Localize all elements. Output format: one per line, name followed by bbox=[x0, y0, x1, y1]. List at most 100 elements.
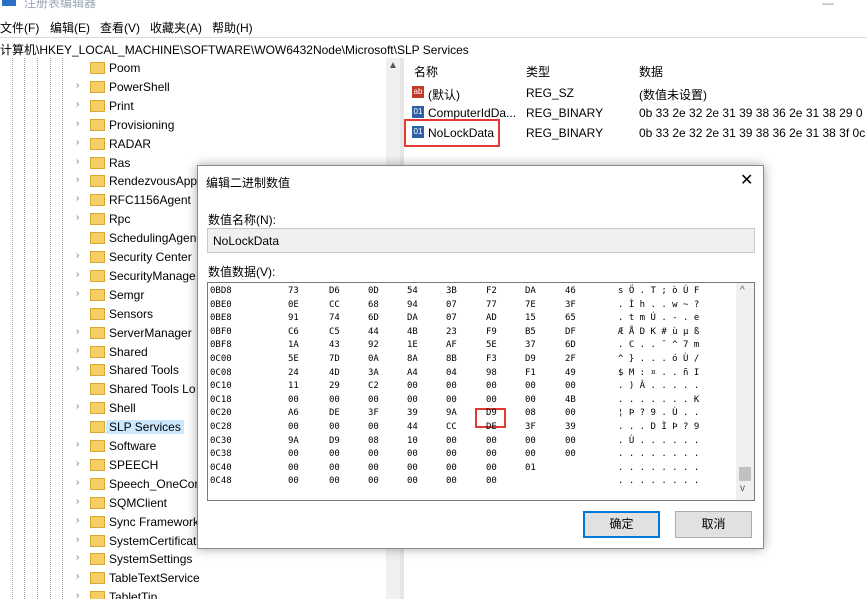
expand-chevron-icon[interactable]: › bbox=[76, 80, 86, 91]
hex-byte[interactable]: 4D bbox=[329, 368, 340, 379]
hex-ascii[interactable]: . ) Â . . . . . bbox=[618, 381, 699, 392]
menu-favorites[interactable]: 收藏夹(A) bbox=[150, 19, 202, 36]
expand-chevron-icon[interactable]: › bbox=[76, 401, 86, 412]
scroll-thumb[interactable] bbox=[739, 467, 751, 481]
hex-ascii[interactable]: s Ö . T ; ò Ú F bbox=[618, 286, 699, 297]
hex-byte[interactable]: 08 bbox=[368, 436, 379, 447]
tree-item[interactable]: Poom bbox=[76, 59, 396, 78]
tree-item[interactable]: › Provisioning bbox=[76, 116, 396, 135]
column-header-data[interactable]: 数据 bbox=[639, 63, 663, 80]
hex-byte[interactable]: 00 bbox=[288, 395, 299, 406]
hex-byte[interactable]: D6 bbox=[329, 286, 340, 297]
expand-chevron-icon[interactable]: › bbox=[76, 552, 86, 563]
expand-chevron-icon[interactable]: › bbox=[76, 212, 86, 223]
hex-byte[interactable]: 0E bbox=[288, 300, 299, 311]
hex-byte[interactable]: 00 bbox=[486, 476, 497, 487]
hex-byte[interactable]: 00 bbox=[565, 449, 576, 460]
hex-ascii[interactable]: . . . . . . . . bbox=[618, 476, 699, 487]
hex-row[interactable]: 0BE0 0E CC 68 94 07 77 7E 3F . Ì h . . w ~ ? bbox=[210, 300, 730, 311]
hex-byte[interactable]: 00 bbox=[329, 449, 340, 460]
hex-byte[interactable]: F2 bbox=[486, 286, 497, 297]
hex-byte[interactable]: A6 bbox=[288, 408, 299, 419]
expand-chevron-icon[interactable]: › bbox=[76, 174, 86, 185]
hex-ascii[interactable]: $ M : ¤ . . ñ I bbox=[618, 368, 699, 379]
hex-scrollbar[interactable]: ^ v bbox=[736, 283, 754, 500]
hex-byte[interactable]: 94 bbox=[407, 300, 418, 311]
expand-chevron-icon[interactable]: › bbox=[76, 193, 86, 204]
hex-byte[interactable]: 00 bbox=[565, 436, 576, 447]
hex-byte[interactable]: 2F bbox=[565, 354, 576, 365]
hex-byte[interactable]: 1A bbox=[288, 340, 299, 351]
hex-byte[interactable]: 91 bbox=[288, 313, 299, 324]
hex-ascii[interactable]: Æ Å D K # ù µ ß bbox=[618, 327, 699, 338]
expand-chevron-icon[interactable]: › bbox=[76, 156, 86, 167]
hex-byte[interactable]: 00 bbox=[407, 381, 418, 392]
expand-chevron-icon[interactable]: › bbox=[76, 288, 86, 299]
hex-row[interactable]: 0C38 00 00 00 00 00 00 00 00 . . . . . . . . bbox=[210, 449, 730, 460]
close-icon[interactable]: ✕ bbox=[740, 170, 753, 190]
tree-item[interactable]: › Print bbox=[76, 97, 396, 116]
value-row[interactable]: ab (默认) REG_SZ (数值未设置) bbox=[404, 82, 867, 102]
hex-byte[interactable]: 24 bbox=[288, 368, 299, 379]
hex-byte[interactable]: 00 bbox=[288, 476, 299, 487]
hex-byte[interactable]: F1 bbox=[525, 368, 536, 379]
hex-byte[interactable]: 7E bbox=[525, 300, 536, 311]
hex-byte[interactable]: 07 bbox=[446, 300, 457, 311]
hex-byte[interactable]: 6D bbox=[565, 340, 576, 351]
tree-item[interactable]: › TabletTip bbox=[76, 588, 396, 599]
expand-chevron-icon[interactable]: › bbox=[76, 99, 86, 110]
scroll-up-icon[interactable]: ^ bbox=[740, 285, 745, 296]
hex-byte[interactable]: 3F bbox=[525, 422, 536, 433]
minimize-icon[interactable]: — bbox=[822, 0, 836, 10]
expand-chevron-icon[interactable]: › bbox=[76, 477, 86, 488]
expand-chevron-icon[interactable]: › bbox=[76, 439, 86, 450]
hex-byte[interactable]: 68 bbox=[368, 300, 379, 311]
hex-row[interactable]: 0BE8 91 74 6D DA 07 AD 15 65 . t m Ú . - . e bbox=[210, 313, 730, 324]
scroll-up-icon[interactable]: ▲ bbox=[388, 60, 398, 71]
hex-byte[interactable]: 44 bbox=[407, 422, 418, 433]
expand-chevron-icon[interactable]: › bbox=[76, 326, 86, 337]
hex-byte[interactable]: 00 bbox=[329, 422, 340, 433]
hex-byte[interactable]: C6 bbox=[288, 327, 299, 338]
hex-byte[interactable]: 11 bbox=[288, 381, 299, 392]
hex-byte[interactable]: F3 bbox=[486, 354, 497, 365]
tree-item[interactable]: › SystemSettings bbox=[76, 550, 396, 569]
hex-byte[interactable]: 00 bbox=[525, 381, 536, 392]
expand-chevron-icon[interactable]: › bbox=[76, 345, 86, 356]
hex-byte[interactable]: 00 bbox=[407, 449, 418, 460]
hex-row[interactable]: 0C00 5E 7D 0A 8A 8B F3 D9 2F ^ } . . . ó Ù / bbox=[210, 354, 730, 365]
hex-byte[interactable]: 9A bbox=[288, 436, 299, 447]
hex-byte[interactable]: D9 bbox=[525, 354, 536, 365]
tree-item[interactable]: › TableTextService bbox=[76, 569, 396, 588]
hex-byte[interactable]: 0A bbox=[368, 354, 379, 365]
hex-byte[interactable]: 00 bbox=[368, 395, 379, 406]
hex-byte[interactable]: C5 bbox=[329, 327, 340, 338]
hex-row[interactable]: 0BF8 1A 43 92 1E AF 5E 37 6D . C . . ¯ ^ 7 m bbox=[210, 340, 730, 351]
hex-byte[interactable]: 00 bbox=[368, 476, 379, 487]
hex-byte[interactable]: DF bbox=[565, 327, 576, 338]
hex-byte[interactable]: 9A bbox=[446, 408, 457, 419]
hex-byte[interactable]: 00 bbox=[446, 476, 457, 487]
hex-row[interactable]: 0BF0 C6 C5 44 4B 23 F9 B5 DF Æ Å D K # ù µ ß bbox=[210, 327, 730, 338]
hex-byte[interactable]: 15 bbox=[525, 313, 536, 324]
menu-view[interactable]: 查看(V) bbox=[100, 19, 140, 36]
hex-byte[interactable]: 49 bbox=[565, 368, 576, 379]
hex-byte[interactable]: 5E bbox=[486, 340, 497, 351]
hex-ascii[interactable]: . Ù . . . . . . bbox=[618, 436, 699, 447]
hex-row[interactable]: 0C30 9A D9 08 10 00 00 00 00 . Ù . . . . . . bbox=[210, 436, 730, 447]
hex-byte[interactable]: 00 bbox=[525, 436, 536, 447]
hex-byte[interactable]: 74 bbox=[329, 313, 340, 324]
hex-row[interactable]: 0C18 00 00 00 00 00 00 00 4B . . . . . . . K bbox=[210, 395, 730, 406]
hex-byte[interactable]: 00 bbox=[407, 476, 418, 487]
column-header-name[interactable]: 名称 bbox=[414, 63, 438, 80]
hex-byte[interactable]: 00 bbox=[407, 463, 418, 474]
hex-byte[interactable]: 5E bbox=[288, 354, 299, 365]
ok-button[interactable]: 确定 bbox=[583, 511, 660, 538]
hex-byte[interactable]: 43 bbox=[329, 340, 340, 351]
hex-byte[interactable]: 00 bbox=[288, 422, 299, 433]
hex-byte[interactable]: 00 bbox=[446, 381, 457, 392]
expand-chevron-icon[interactable]: › bbox=[76, 515, 86, 526]
hex-byte[interactable]: C2 bbox=[368, 381, 379, 392]
hex-byte[interactable]: 7D bbox=[329, 354, 340, 365]
hex-ascii[interactable]: ¦ Þ ? 9 . Ù . . bbox=[618, 408, 699, 419]
